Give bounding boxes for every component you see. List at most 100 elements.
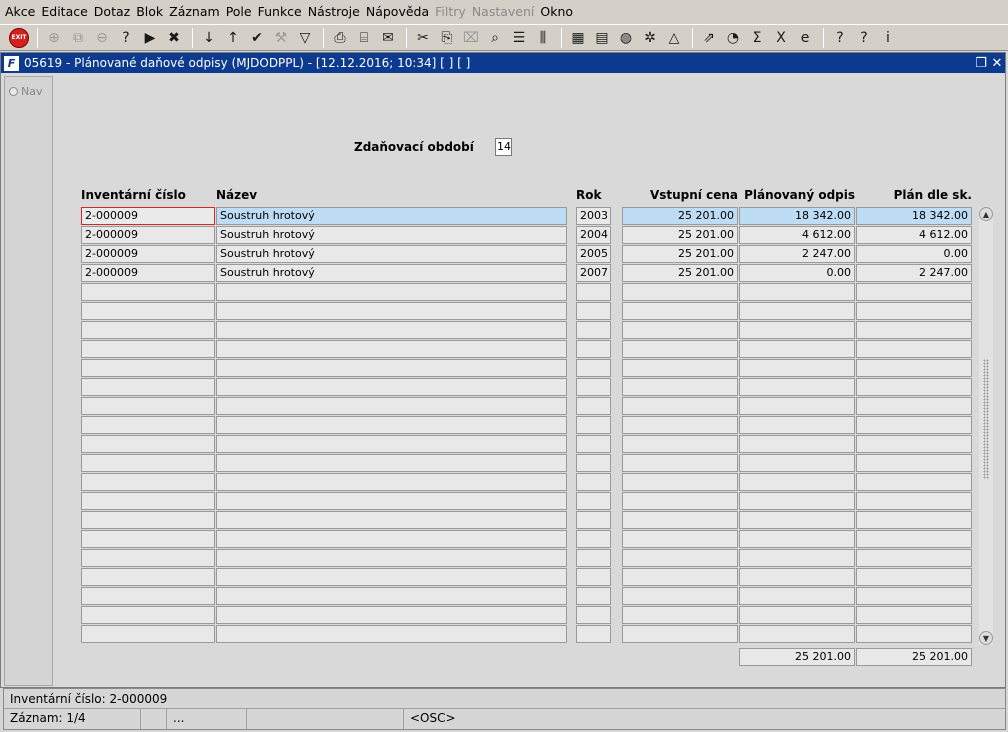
export-icon[interactable]: ⇗ — [698, 27, 720, 49]
cell-plan-sk[interactable] — [856, 549, 972, 567]
context-help-icon[interactable]: ? — [853, 27, 875, 49]
cell-inv[interactable]: 2-000009 — [81, 226, 215, 244]
cell-inv[interactable] — [81, 359, 215, 377]
columns-icon[interactable]: ⫼ — [532, 27, 554, 49]
cell-year[interactable] — [576, 321, 611, 339]
cell-plan-sk[interactable] — [856, 283, 972, 301]
cell-plan-sk[interactable]: 2 247.00 — [856, 264, 972, 282]
cell-name[interactable] — [216, 606, 567, 624]
cell-inv[interactable] — [81, 340, 215, 358]
cell-year[interactable] — [576, 397, 611, 415]
cell-price[interactable] — [622, 587, 738, 605]
enter-query-icon[interactable]: ? — [115, 27, 137, 49]
cell-plan-sk[interactable] — [856, 302, 972, 320]
graph-icon[interactable]: ◔ — [722, 27, 744, 49]
menu-item-pole[interactable]: Pole — [225, 0, 257, 24]
cell-price[interactable] — [622, 530, 738, 548]
cell-name[interactable] — [216, 625, 567, 643]
cell-planned[interactable] — [739, 397, 855, 415]
cell-plan-sk[interactable]: 18 342.00 — [856, 207, 972, 225]
cell-planned[interactable] — [739, 378, 855, 396]
excel-icon[interactable]: X — [770, 27, 792, 49]
cell-price[interactable] — [622, 321, 738, 339]
cell-name[interactable] — [216, 283, 567, 301]
cell-inv[interactable] — [81, 321, 215, 339]
cell-planned[interactable] — [739, 625, 855, 643]
cell-price[interactable] — [622, 625, 738, 643]
cell-year[interactable] — [576, 473, 611, 491]
cell-year[interactable] — [576, 625, 611, 643]
cell-price[interactable] — [622, 397, 738, 415]
cell-inv[interactable] — [81, 568, 215, 586]
cell-plan-sk[interactable] — [856, 587, 972, 605]
cell-plan-sk[interactable]: 4 612.00 — [856, 226, 972, 244]
cell-plan-sk[interactable] — [856, 416, 972, 434]
cell-inv[interactable] — [81, 587, 215, 605]
cell-planned[interactable]: 4 612.00 — [739, 226, 855, 244]
cell-inv[interactable] — [81, 435, 215, 453]
cell-inv[interactable] — [81, 378, 215, 396]
cell-plan-sk[interactable] — [856, 321, 972, 339]
cell-planned[interactable] — [739, 435, 855, 453]
cell-inv[interactable] — [81, 492, 215, 510]
cell-planned[interactable] — [739, 587, 855, 605]
cell-inv[interactable]: 2-000009 — [81, 245, 215, 263]
cell-name[interactable] — [216, 397, 567, 415]
cell-planned[interactable] — [739, 454, 855, 472]
cell-name[interactable] — [216, 321, 567, 339]
cell-name[interactable] — [216, 587, 567, 605]
cell-plan-sk[interactable] — [856, 492, 972, 510]
cell-planned[interactable]: 18 342.00 — [739, 207, 855, 225]
cell-price[interactable] — [622, 606, 738, 624]
cell-plan-sk[interactable] — [856, 568, 972, 586]
cell-inv[interactable] — [81, 606, 215, 624]
cell-price[interactable] — [622, 302, 738, 320]
cell-price[interactable]: 25 201.00 — [622, 226, 738, 244]
commit-icon[interactable]: ✔ — [246, 27, 268, 49]
cell-inv[interactable] — [81, 473, 215, 491]
vertical-scrollbar[interactable]: ▲ ▼ — [979, 207, 993, 645]
cell-year[interactable]: 2004 — [576, 226, 611, 244]
cell-price[interactable] — [622, 359, 738, 377]
cell-year[interactable] — [576, 378, 611, 396]
help-icon[interactable]: ? — [829, 27, 851, 49]
cell-inv[interactable] — [81, 625, 215, 643]
cell-year[interactable] — [576, 568, 611, 586]
web-icon[interactable]: e — [794, 27, 816, 49]
menu-item-blok[interactable]: Blok — [135, 0, 168, 24]
cell-year[interactable] — [576, 283, 611, 301]
cell-year[interactable] — [576, 587, 611, 605]
cell-plan-sk[interactable] — [856, 511, 972, 529]
cell-plan-sk[interactable] — [856, 397, 972, 415]
cell-price[interactable]: 25 201.00 — [622, 245, 738, 263]
cell-name[interactable] — [216, 492, 567, 510]
cell-year[interactable] — [576, 530, 611, 548]
cell-plan-sk[interactable] — [856, 378, 972, 396]
cell-name[interactable] — [216, 454, 567, 472]
cut-icon[interactable]: ✂ — [412, 27, 434, 49]
menu-item-editace[interactable]: Editace — [40, 0, 92, 24]
cell-year[interactable] — [576, 416, 611, 434]
cell-plan-sk[interactable] — [856, 435, 972, 453]
cell-price[interactable] — [622, 435, 738, 453]
cell-planned[interactable] — [739, 549, 855, 567]
find-icon[interactable]: ⌕ — [484, 27, 506, 49]
cell-name[interactable] — [216, 340, 567, 358]
cell-name[interactable] — [216, 511, 567, 529]
cell-planned[interactable]: 2 247.00 — [739, 245, 855, 263]
cell-plan-sk[interactable]: 0.00 — [856, 245, 972, 263]
cell-name[interactable]: Soustruh hrotový — [216, 245, 567, 263]
cell-name[interactable]: Soustruh hrotový — [216, 264, 567, 282]
cell-year[interactable] — [576, 511, 611, 529]
paste-icon[interactable]: ⌧ — [460, 27, 482, 49]
cell-plan-sk[interactable] — [856, 606, 972, 624]
cell-name[interactable] — [216, 530, 567, 548]
cell-year[interactable] — [576, 359, 611, 377]
cell-price[interactable] — [622, 340, 738, 358]
filter-icon[interactable]: ▽ — [294, 27, 316, 49]
menu-item-nastaveni[interactable]: Nastavení — [471, 0, 540, 24]
execute-query-icon[interactable]: ▶ — [139, 27, 161, 49]
settings-wheel-icon[interactable]: ✲ — [639, 27, 661, 49]
tools-icon[interactable]: ⚒ — [270, 27, 292, 49]
calendar-icon[interactable]: ▦ — [567, 27, 589, 49]
